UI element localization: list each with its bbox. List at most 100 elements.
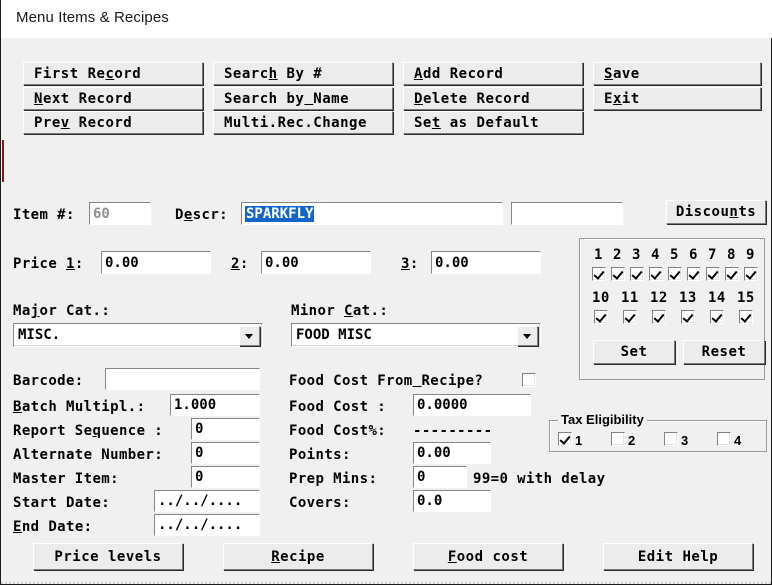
food-cost-from-recipe-label: Food Cost From Recipe? — [289, 373, 484, 389]
price-level-checkbox-5[interactable] — [668, 267, 682, 281]
tax-eligibility-checkbox-1[interactable] — [558, 432, 572, 446]
price-level-checkbox-11[interactable] — [623, 310, 637, 324]
batch-multiplier-input[interactable]: 1.000 — [170, 394, 260, 416]
set-as-default-button[interactable]: Set as Default — [403, 111, 583, 134]
price-level-checkbox-7[interactable] — [706, 267, 720, 281]
delete-record-button[interactable]: Delete Record — [403, 87, 583, 110]
edit-help-button-label: Edit Help — [637, 548, 719, 565]
price-2-value: 0.00 — [265, 254, 299, 271]
price-level-label-2: 2 — [613, 247, 622, 263]
price-1-label: Price 1: — [13, 256, 84, 272]
price-levels-button-label: Price levels — [54, 548, 162, 565]
price-3-input[interactable]: 0.00 — [431, 251, 541, 274]
tax-eligibility-group: Tax Eligibility 1 2 3 4 — [549, 412, 767, 452]
search-by-number-button[interactable]: Search By # — [213, 62, 393, 85]
price-level-checkbox-2[interactable] — [611, 267, 625, 281]
batch-multiplier-label: Batch Multipl.: — [13, 399, 146, 415]
tax-eligibility-label-2: 2 — [628, 433, 636, 448]
chevron-down-icon[interactable] — [239, 326, 260, 346]
price-levels-button[interactable]: Price levels — [33, 543, 183, 570]
add-record-button[interactable]: Add Record — [403, 62, 583, 85]
prep-mins-input[interactable]: 0 — [413, 466, 467, 488]
alternate-number-value: 0 — [195, 445, 204, 461]
covers-value: 0.0 — [417, 493, 443, 509]
price-levels-set-button[interactable]: Set — [593, 340, 675, 364]
start-date-input[interactable]: ../../.... — [154, 490, 260, 512]
price-level-checkbox-13[interactable] — [681, 310, 695, 324]
end-date-value: ../../.... — [158, 517, 243, 533]
delete-record-button-label: Delete Record — [414, 90, 531, 107]
barcode-input[interactable] — [105, 368, 260, 390]
item-number-value: 60 — [93, 205, 110, 222]
prep-mins-value: 0 — [417, 469, 426, 485]
end-date-input[interactable]: ../../.... — [154, 514, 260, 536]
price-level-label-3: 3 — [632, 247, 641, 263]
covers-label: Covers: — [289, 495, 351, 511]
chevron-down-icon[interactable] — [517, 326, 538, 346]
price-level-checkbox-10[interactable] — [594, 310, 608, 324]
minor-cat-select[interactable]: FOOD MISC — [291, 323, 541, 347]
master-item-label: Master Item: — [13, 471, 119, 487]
price-level-checkbox-4[interactable] — [649, 267, 663, 281]
price-level-checkbox-6[interactable] — [687, 267, 701, 281]
major-cat-select[interactable]: MISC. — [13, 323, 263, 347]
price-level-label-10: 10 — [592, 290, 610, 306]
price-level-checkbox-1[interactable] — [592, 267, 606, 281]
price-2-input[interactable]: 0.00 — [261, 251, 371, 274]
next-record-button[interactable]: Next Record — [23, 87, 203, 110]
exit-button[interactable]: Exit — [593, 87, 761, 110]
minor-cat-label: Minor Cat.: — [291, 303, 389, 319]
price-level-label-12: 12 — [650, 290, 668, 306]
descr-input[interactable]: SPARKFLY — [241, 202, 503, 225]
price-level-checkbox-9[interactable] — [744, 267, 758, 281]
item-number-input[interactable]: 60 — [89, 202, 151, 225]
price-1-input[interactable]: 0.00 — [101, 251, 211, 274]
save-button-label: Save — [604, 65, 640, 82]
tax-eligibility-checkbox-3[interactable] — [664, 432, 678, 446]
prep-mins-label: Prep Mins: — [289, 471, 378, 487]
tax-eligibility-checkbox-4[interactable] — [717, 432, 731, 446]
price-level-label-6: 6 — [689, 247, 698, 263]
food-cost-percent-value: --------- — [413, 423, 493, 439]
price-3-value: 0.00 — [435, 254, 469, 271]
price-level-checkbox-3[interactable] — [630, 267, 644, 281]
discounts-button[interactable]: Discounts — [666, 200, 766, 224]
recipe-button[interactable]: Recipe — [223, 543, 373, 570]
food-cost-from-recipe-checkbox[interactable] — [522, 373, 536, 387]
price-level-label-5: 5 — [670, 247, 679, 263]
price-level-label-13: 13 — [679, 290, 697, 306]
price-level-label-11: 11 — [621, 290, 639, 306]
master-item-input[interactable]: 0 — [191, 466, 260, 488]
set-as-default-button-label: Set as Default — [414, 114, 540, 131]
search-by-name-button[interactable]: Search by Name — [213, 87, 393, 110]
price-level-checkbox-15[interactable] — [739, 310, 753, 324]
tax-eligibility-checkbox-2[interactable] — [611, 432, 625, 446]
tax-eligibility-label-4: 4 — [734, 433, 742, 448]
food-cost-button[interactable]: Food cost — [413, 543, 563, 570]
descr-extra-input[interactable] — [511, 202, 623, 225]
price-level-checkbox-8[interactable] — [725, 267, 739, 281]
report-sequence-input[interactable]: 0 — [191, 418, 260, 440]
save-button[interactable]: Save — [593, 62, 761, 85]
price-levels-reset-button[interactable]: Reset — [683, 340, 765, 364]
points-input[interactable]: 0.00 — [413, 442, 491, 464]
alternate-number-input[interactable]: 0 — [191, 442, 260, 464]
barcode-label: Barcode: — [13, 373, 84, 389]
food-cost-input[interactable]: 0.0000 — [413, 394, 531, 416]
price-level-checkbox-14[interactable] — [710, 310, 724, 324]
covers-input[interactable]: 0.0 — [413, 490, 491, 512]
prev-record-button[interactable]: Prev Record — [23, 111, 203, 134]
start-date-label: Start Date: — [13, 495, 111, 511]
edit-help-button[interactable]: Edit Help — [603, 543, 753, 570]
bottom-dotted-edge — [1, 582, 772, 584]
exit-button-label: Exit — [604, 90, 640, 107]
price-level-checkbox-12[interactable] — [652, 310, 666, 324]
start-date-value: ../../.... — [158, 493, 243, 509]
multi-rec-change-button[interactable]: Multi.Rec.Change — [213, 111, 393, 134]
window-title: Menu Items & Recipes — [16, 9, 169, 26]
price-3-label: 3: — [401, 256, 419, 272]
price-levels-set-label: Set — [620, 344, 648, 360]
master-item-value: 0 — [195, 469, 204, 485]
first-record-button[interactable]: First Record — [23, 62, 203, 85]
search-by-number-button-label: Search By # — [224, 65, 323, 82]
